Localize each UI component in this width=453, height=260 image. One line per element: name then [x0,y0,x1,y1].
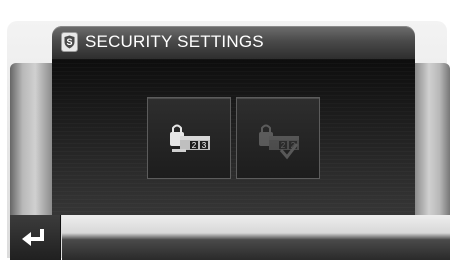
page-title: SECURITY SETTINGS [85,32,264,51]
content-texture [52,59,415,215]
bottom-bar [62,215,450,260]
back-button[interactable] [10,215,61,260]
lock-pin-icon: 2 3 [170,124,210,152]
svg-text:2: 2 [281,141,286,150]
svg-text:3: 3 [202,141,207,150]
title-bar: S SECURITY SETTINGS [52,26,415,59]
svg-text:2: 2 [192,141,197,150]
right-side-panel [415,63,450,215]
left-side-panel [10,63,52,215]
pin-code-settings-button[interactable]: 2 3 [147,97,231,179]
pin-verify-settings-button[interactable]: 2 2 [236,97,320,179]
lock-pin-check-icon: 2 2 [259,124,299,160]
content-area [52,59,415,215]
security-settings-screen: S SECURITY SETTINGS 2 3 2 2 [0,0,453,260]
shield-s-icon: S [61,32,78,52]
svg-text:S: S [66,37,72,47]
return-arrow-icon [22,229,44,246]
